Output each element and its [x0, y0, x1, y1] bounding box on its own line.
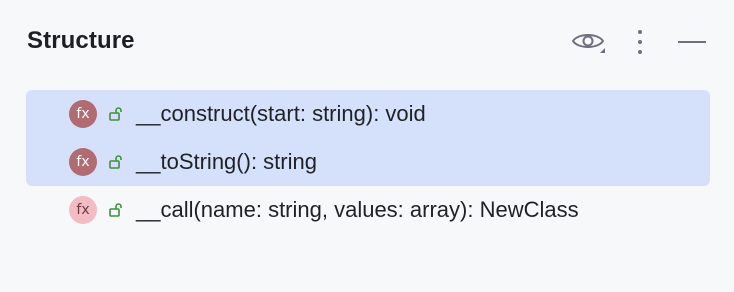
public-lock-icon	[109, 203, 122, 217]
tree-item-label: __toString(): string	[136, 149, 317, 174]
public-lock-icon	[109, 155, 122, 169]
structure-panel: Structure fx __construct(start: string):…	[0, 0, 734, 292]
function-icon: fx	[69, 148, 97, 176]
tree-item-construct[interactable]: fx __construct(start: string): void	[26, 90, 710, 138]
minimize-icon	[678, 41, 706, 43]
function-icon: fx	[69, 100, 97, 128]
more-options-button[interactable]	[620, 22, 660, 62]
tree-item-call[interactable]: fx __call(name: string, values: array): …	[26, 186, 710, 234]
panel-header: Structure	[0, 0, 734, 82]
more-vertical-icon	[638, 30, 642, 54]
tree-item-label: __call(name: string, values: array): New…	[136, 197, 579, 222]
hide-panel-button[interactable]	[672, 22, 712, 62]
eye-icon	[571, 34, 605, 53]
panel-title: Structure	[27, 27, 135, 54]
structure-tree[interactable]: fx __construct(start: string): void fx _…	[26, 90, 710, 234]
public-lock-icon	[109, 107, 122, 121]
function-icon: fx	[69, 196, 97, 224]
show-options-button[interactable]	[568, 22, 608, 62]
tree-item-label: __construct(start: string): void	[136, 101, 426, 126]
tree-item-tostring[interactable]: fx __toString(): string	[26, 138, 710, 186]
